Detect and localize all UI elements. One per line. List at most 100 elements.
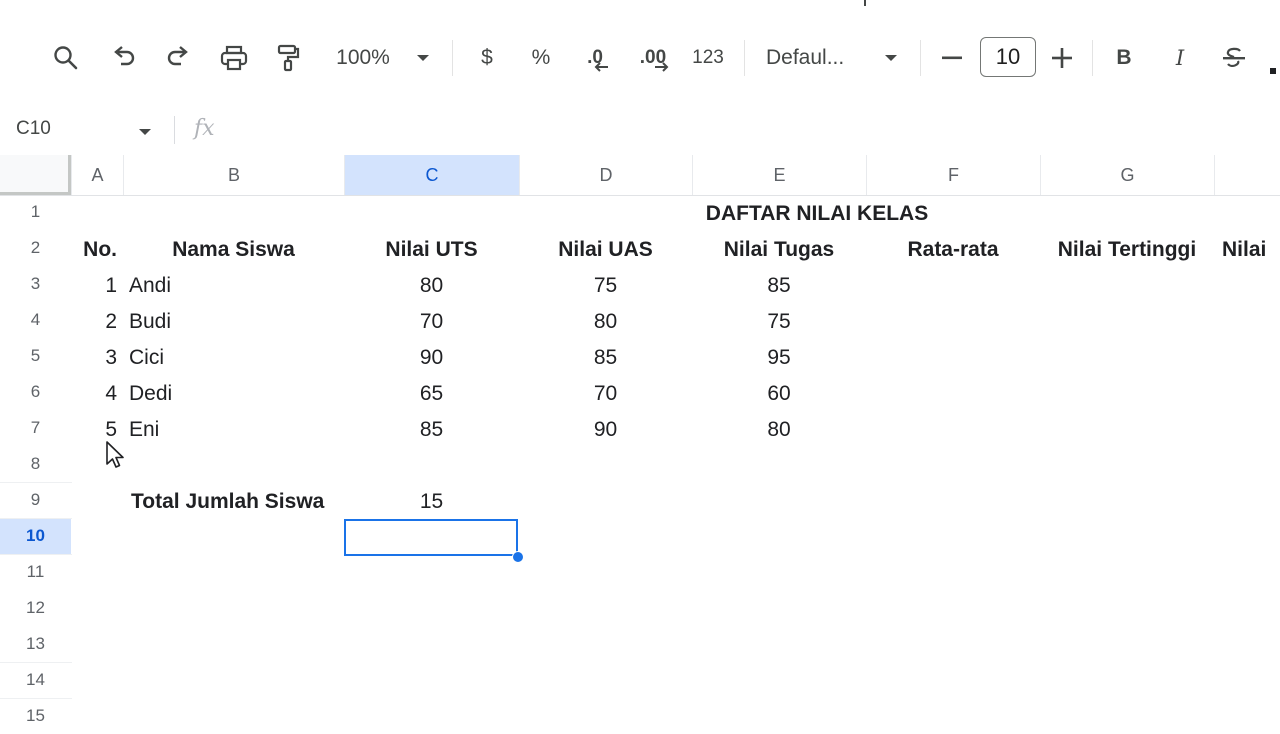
student-tugas[interactable]: 95 xyxy=(692,340,866,376)
row-header-1[interactable]: 1 xyxy=(0,194,71,230)
name-box[interactable]: C10 xyxy=(16,118,51,140)
student-uts[interactable]: 90 xyxy=(344,340,519,376)
student-uas[interactable]: 85 xyxy=(519,340,692,376)
column-header-c[interactable]: C xyxy=(344,155,519,195)
row-header-8[interactable]: 8 xyxy=(0,446,71,482)
chevron-down-icon[interactable] xyxy=(880,38,902,78)
mouse-cursor-icon xyxy=(105,440,127,475)
student-uts[interactable]: 80 xyxy=(344,268,519,304)
font-family-select[interactable]: Defaul... xyxy=(766,38,866,78)
row-divider xyxy=(0,482,72,483)
toolbar-divider xyxy=(1092,40,1093,76)
toolbar-divider xyxy=(744,40,745,76)
increase-decimal-button[interactable]: .00 xyxy=(634,38,676,78)
bold-button[interactable]: B xyxy=(1110,38,1138,78)
plus-icon[interactable] xyxy=(1048,38,1076,78)
student-tugas[interactable]: 75 xyxy=(692,304,866,340)
row-header-10[interactable]: 10 xyxy=(0,518,71,554)
search-icon[interactable] xyxy=(48,38,84,78)
row-header-3[interactable]: 3 xyxy=(0,266,71,302)
row-header-2[interactable]: 2 xyxy=(0,230,71,266)
fx-icon: fx xyxy=(194,116,215,141)
zoom-select[interactable]: 100% xyxy=(330,38,396,78)
student-no[interactable]: 1 xyxy=(71,268,117,304)
font-size-input[interactable]: 10 xyxy=(980,37,1036,77)
percent-format-button[interactable]: % xyxy=(526,38,556,78)
selected-cell-c10[interactable] xyxy=(344,519,518,556)
total-label[interactable]: Total Jumlah Siswa xyxy=(131,484,343,520)
student-uas[interactable]: 90 xyxy=(519,412,692,448)
student-name[interactable]: Budi xyxy=(129,304,329,340)
student-tugas[interactable]: 80 xyxy=(692,412,866,448)
arrow-left-icon xyxy=(594,62,608,72)
toolbar-divider xyxy=(452,40,453,76)
row-header-7[interactable]: 7 xyxy=(0,410,71,446)
more-options-fragment[interactable] xyxy=(1270,68,1276,74)
sheet-title[interactable]: DAFTAR NILAI KELAS xyxy=(692,196,942,232)
row-divider xyxy=(0,554,72,555)
row-header-15[interactable]: 15 xyxy=(0,698,71,734)
row-header-12[interactable]: 12 xyxy=(0,590,71,626)
undo-icon[interactable] xyxy=(106,38,142,78)
total-value[interactable]: 15 xyxy=(344,484,519,520)
currency-format-button[interactable]: $ xyxy=(472,38,502,78)
header-name[interactable]: Nama Siswa xyxy=(123,232,344,268)
paint-format-icon[interactable] xyxy=(270,38,306,78)
toolbar: 100% $ % .0 .00 123 Defaul... 10 B I xyxy=(0,0,1280,110)
row-header-13[interactable]: 13 xyxy=(0,626,71,662)
row-header-14[interactable]: 14 xyxy=(0,662,71,698)
header-tugas[interactable]: Nilai Tugas xyxy=(692,232,866,268)
student-uts[interactable]: 85 xyxy=(344,412,519,448)
student-name[interactable]: Dedi xyxy=(129,376,329,412)
decrease-decimal-button[interactable]: .0 xyxy=(578,38,618,78)
arrow-right-icon xyxy=(655,62,669,72)
student-no[interactable]: 2 xyxy=(71,304,117,340)
student-name[interactable]: Andi xyxy=(129,268,329,304)
column-header-d[interactable]: D xyxy=(519,155,692,195)
student-no[interactable]: 4 xyxy=(71,376,117,412)
student-uts[interactable]: 65 xyxy=(344,376,519,412)
fill-handle[interactable] xyxy=(512,551,524,563)
row-header-4[interactable]: 4 xyxy=(0,302,71,338)
row-header-9[interactable]: 9 xyxy=(0,482,71,518)
header-uts[interactable]: Nilai UTS xyxy=(344,232,519,268)
row-header-5[interactable]: 5 xyxy=(0,338,71,374)
student-name[interactable]: Cici xyxy=(129,340,329,376)
student-tugas[interactable]: 85 xyxy=(692,268,866,304)
header-no[interactable]: No. xyxy=(71,232,117,268)
row-header-6[interactable]: 6 xyxy=(0,374,71,410)
column-header-a[interactable]: A xyxy=(71,155,123,195)
column-header-g[interactable]: G xyxy=(1040,155,1214,195)
chevron-down-icon[interactable] xyxy=(138,124,152,142)
student-uts[interactable]: 70 xyxy=(344,304,519,340)
print-icon[interactable] xyxy=(216,38,252,78)
more-formats-button[interactable]: 123 xyxy=(688,38,728,78)
formula-divider xyxy=(174,116,175,144)
column-header-b[interactable]: B xyxy=(123,155,344,195)
student-uas[interactable]: 70 xyxy=(519,376,692,412)
formula-bar xyxy=(0,110,1280,152)
minus-icon[interactable] xyxy=(938,38,966,78)
column-header-e[interactable]: E xyxy=(692,155,866,195)
select-all-corner[interactable] xyxy=(0,155,71,195)
header-highest[interactable]: Nilai Tertinggi xyxy=(1040,232,1214,268)
student-no[interactable]: 3 xyxy=(71,340,117,376)
column-header-f[interactable]: F xyxy=(866,155,1040,195)
row-divider xyxy=(0,518,72,519)
student-uas[interactable]: 75 xyxy=(519,268,692,304)
row-divider xyxy=(0,698,72,699)
italic-button[interactable]: I xyxy=(1166,38,1194,78)
student-name[interactable]: Eni xyxy=(129,412,329,448)
toolbar-divider xyxy=(920,40,921,76)
chevron-down-icon[interactable] xyxy=(412,38,434,78)
student-uas[interactable]: 80 xyxy=(519,304,692,340)
header-uas[interactable]: Nilai UAS xyxy=(519,232,692,268)
header-next[interactable]: Nilai xyxy=(1222,232,1280,268)
row-header-11[interactable]: 11 xyxy=(0,554,71,590)
student-tugas[interactable]: 60 xyxy=(692,376,866,412)
strikethrough-icon[interactable] xyxy=(1218,38,1250,78)
header-average[interactable]: Rata-rata xyxy=(866,232,1040,268)
row-divider xyxy=(0,662,72,663)
column-header-h[interactable] xyxy=(1214,155,1280,195)
redo-icon[interactable] xyxy=(160,38,196,78)
